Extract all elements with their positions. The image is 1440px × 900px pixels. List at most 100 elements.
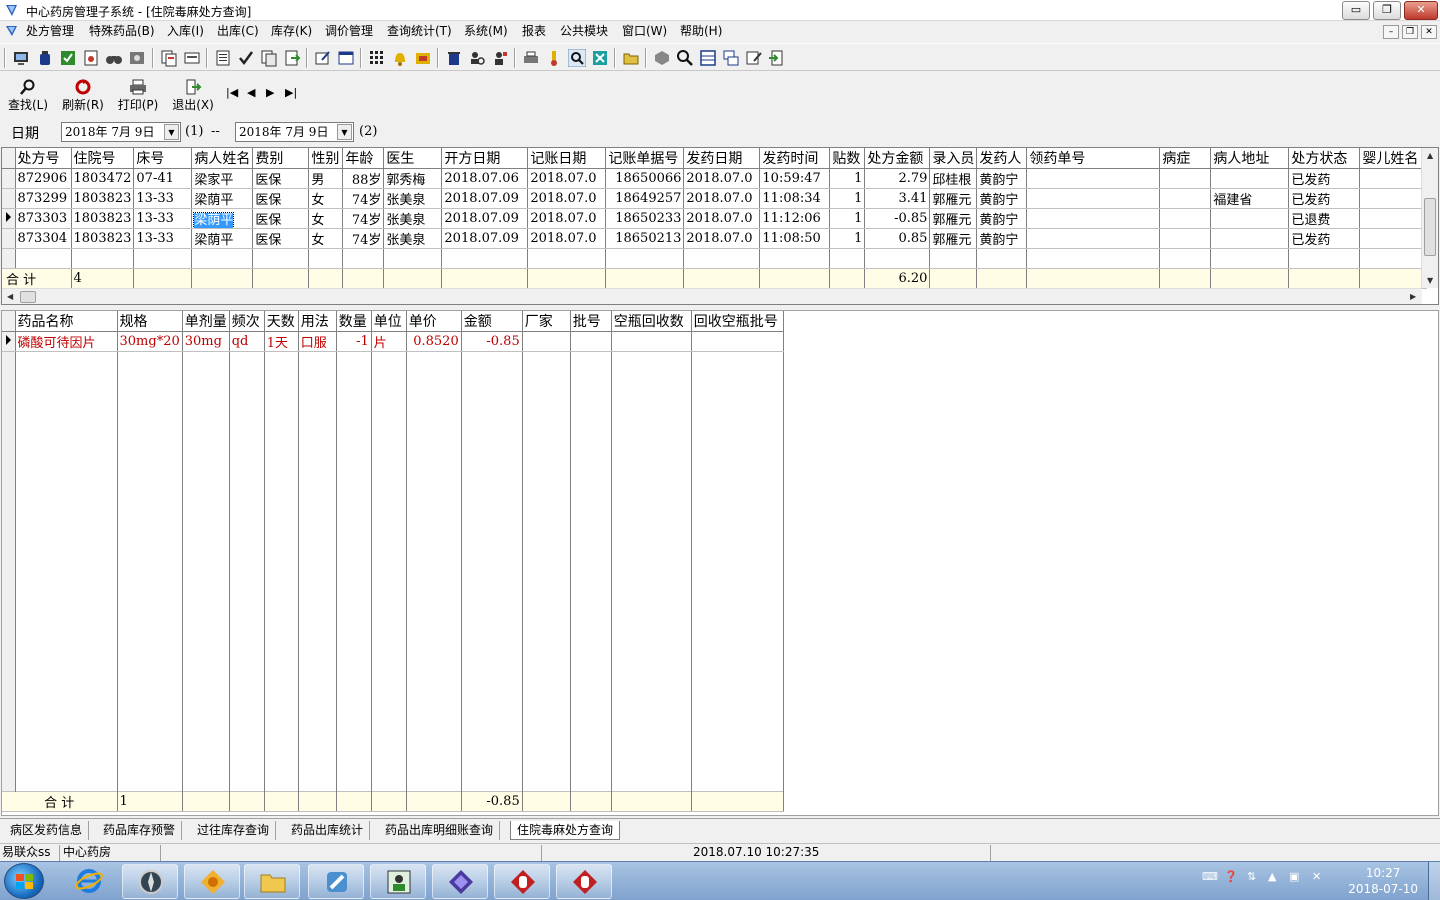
mdi-restore-button[interactable]: ❐ xyxy=(1402,25,1418,39)
start-button[interactable] xyxy=(4,863,44,899)
table-cell[interactable]: 磷酸可待因片 xyxy=(15,331,118,352)
column-header[interactable]: 金额 xyxy=(461,311,523,332)
window-list-icon[interactable] xyxy=(337,49,355,67)
table-cell[interactable]: 1 xyxy=(829,228,866,249)
table-cell[interactable]: 1 xyxy=(829,168,866,189)
table-cell[interactable]: 1803823 xyxy=(71,228,135,249)
document-arrow-icon[interactable] xyxy=(283,49,301,67)
horizontal-scrollbar[interactable]: ◀ ▶ xyxy=(2,288,1422,304)
table-row[interactable]: 873304 1803823 13-33 梁荫平 医保女 74岁 张美泉 2018.07.09… xyxy=(2,228,1428,249)
table-cell[interactable]: 11:12:06 xyxy=(759,208,831,229)
thermometer-icon[interactable] xyxy=(545,49,563,67)
table-cell[interactable]: 女 xyxy=(308,208,344,229)
table-cell[interactable]: 黄韵宁 xyxy=(976,168,1028,189)
close-button[interactable]: ✕ xyxy=(1404,1,1438,20)
table-cell[interactable]: 片 xyxy=(371,331,407,352)
table-cell[interactable]: 2018.07.0 xyxy=(527,228,607,249)
taskbar-app-compass[interactable] xyxy=(122,864,178,899)
table-cell[interactable]: 873304 xyxy=(15,228,72,249)
column-header[interactable]: 发药日期 xyxy=(683,148,761,169)
chevron-down-icon[interactable]: ▼ xyxy=(164,124,179,140)
menu-prescription[interactable]: 处方管理 xyxy=(26,23,74,40)
column-header[interactable]: 开方日期 xyxy=(441,148,529,169)
table-cell[interactable]: 2018.07.09 xyxy=(441,208,529,229)
taskbar-app-pill-2[interactable] xyxy=(556,864,612,899)
column-header[interactable]: 记账日期 xyxy=(527,148,607,169)
menu-system[interactable]: 系统(M) xyxy=(464,23,508,40)
table-cell[interactable] xyxy=(1210,208,1290,229)
table-cell[interactable]: 18650213 xyxy=(605,228,685,249)
table-cell[interactable]: 2018.07.0 xyxy=(527,208,607,229)
table-cell[interactable]: 873299 xyxy=(15,188,72,209)
table-cell[interactable]: 872906 xyxy=(15,168,72,189)
table-cell[interactable]: -0.85 xyxy=(461,331,523,352)
table-cell[interactable]: 18650066 xyxy=(605,168,685,189)
edit-icon[interactable] xyxy=(745,49,763,67)
table-cell[interactable]: 2018.07.0 xyxy=(683,168,761,189)
tab-outbound-ledger[interactable]: 药品出库明细账查询 xyxy=(379,821,501,840)
table-cell[interactable]: 11:08:50 xyxy=(759,228,831,249)
binoculars-icon[interactable] xyxy=(105,49,123,67)
monitor-icon[interactable] xyxy=(12,49,30,67)
table-cell[interactable]: 已退费 xyxy=(1288,208,1361,229)
zoom-icon[interactable] xyxy=(676,49,694,67)
taskbar-app-explorer[interactable] xyxy=(244,864,300,899)
menu-window[interactable]: 窗口(W) xyxy=(622,23,667,40)
column-header[interactable]: 病症 xyxy=(1159,148,1212,169)
column-header[interactable]: 单剂量 xyxy=(182,311,230,332)
table-cell[interactable]: 30mg*20 xyxy=(117,331,183,352)
table-cell[interactable] xyxy=(1026,168,1161,189)
chevron-down-icon[interactable]: ▼ xyxy=(337,124,352,140)
column-header[interactable]: 回收空瓶批号 xyxy=(691,311,784,332)
table-cell[interactable]: 13-33 xyxy=(133,188,193,209)
table-cell[interactable] xyxy=(1159,208,1212,229)
scroll-thumb[interactable] xyxy=(20,291,36,303)
refresh-button[interactable]: 刷新(R) xyxy=(58,77,108,115)
table-cell[interactable]: 郭秀梅 xyxy=(383,168,443,189)
nav-last-button[interactable]: ▶| xyxy=(285,86,297,99)
table-cell[interactable]: 2018.07.09 xyxy=(441,228,529,249)
table-cell[interactable]: 梁荫平 xyxy=(191,188,254,209)
column-header[interactable]: 单位 xyxy=(371,311,407,332)
table-cell[interactable]: 医保 xyxy=(252,168,310,189)
table-cell[interactable]: 0.85 xyxy=(864,228,931,249)
column-header[interactable]: 数量 xyxy=(336,311,372,332)
table-cell[interactable] xyxy=(611,331,692,352)
bell-icon[interactable] xyxy=(391,49,409,67)
vertical-scrollbar[interactable]: ▲ ▼ xyxy=(1421,148,1438,288)
table-cell[interactable] xyxy=(522,331,571,352)
column-header[interactable]: 年龄 xyxy=(342,148,385,169)
table-cell[interactable]: 梁荫平 xyxy=(191,208,254,229)
table-cell[interactable]: 医保 xyxy=(252,188,310,209)
table-cell[interactable]: 13-33 xyxy=(133,208,193,229)
column-header[interactable]: 发药时间 xyxy=(759,148,831,169)
table-cell[interactable] xyxy=(691,331,784,352)
menu-stock[interactable]: 库存(K) xyxy=(271,23,312,40)
table-cell[interactable]: 口服 xyxy=(298,331,337,352)
printer-icon[interactable] xyxy=(522,49,540,67)
forms-icon[interactable] xyxy=(160,49,178,67)
table-cell[interactable]: 18650233 xyxy=(605,208,685,229)
folder-badge-icon[interactable] xyxy=(414,49,432,67)
table-cell[interactable]: 2018.07.0 xyxy=(683,228,761,249)
search-people-icon[interactable] xyxy=(468,49,486,67)
column-header[interactable]: 药品名称 xyxy=(15,311,118,332)
tab-stock-warning[interactable]: 药品库存预警 xyxy=(97,821,183,840)
table-cell[interactable] xyxy=(1359,228,1428,249)
person-key-icon[interactable] xyxy=(491,49,509,67)
table-cell[interactable]: 2.79 xyxy=(864,168,931,189)
table-cell[interactable]: 女 xyxy=(308,228,344,249)
table-cell[interactable]: 1803823 xyxy=(71,208,135,229)
document-stamp-icon[interactable] xyxy=(82,49,100,67)
keyboard-icon[interactable]: ⌨ xyxy=(1202,870,1218,883)
taskbar-app-tool[interactable] xyxy=(308,864,364,899)
grid-icon[interactable] xyxy=(368,49,386,67)
column-header[interactable]: 频次 xyxy=(229,311,265,332)
table-cell[interactable] xyxy=(1159,168,1212,189)
table-cell[interactable]: 郭雁元 xyxy=(929,228,978,249)
table-cell[interactable]: 1803823 xyxy=(71,188,135,209)
menu-inbound[interactable]: 入库(I) xyxy=(167,23,204,40)
taskbar-ie[interactable] xyxy=(61,864,117,899)
tab-narcotic-prescriptions[interactable]: 住院毒麻处方查询 xyxy=(510,821,621,840)
scroll-left-icon[interactable]: ◀ xyxy=(7,292,13,301)
